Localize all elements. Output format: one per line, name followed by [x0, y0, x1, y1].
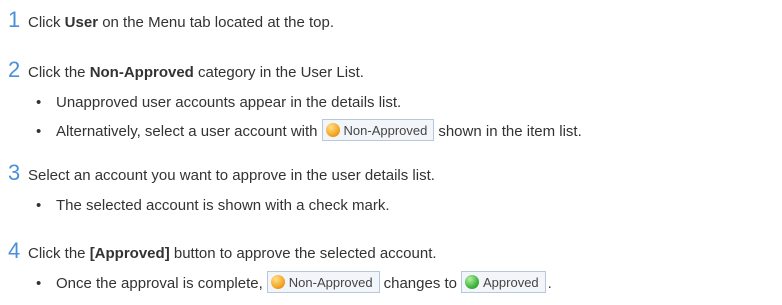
step-text-post: category in the User List.	[193, 64, 364, 81]
step-1: 1 Click User on the Menu tab located at …	[8, 7, 334, 33]
badge-label: Non-Approved	[288, 274, 373, 290]
bullet-dot: •	[36, 197, 42, 214]
orange-status-icon	[270, 275, 285, 289]
step-text: Click the [Approved] button to approve t…	[28, 245, 437, 262]
non-approved-badge: Non-Approved	[266, 271, 380, 293]
step-text: Click User on the Menu tab located at th…	[28, 14, 334, 31]
step-text-pre: Click the	[28, 64, 90, 81]
bullet-text: Once the approval is complete,	[56, 274, 263, 292]
badge-label: Approved	[483, 274, 539, 290]
step-text-pre: Click	[28, 14, 65, 31]
bullet-item: • Alternatively, select a user account w…	[36, 119, 582, 142]
bullet-dot: •	[36, 94, 42, 111]
step-number: 3	[8, 160, 21, 185]
step-number: 4	[8, 238, 21, 263]
non-approved-badge: Non-Approved	[321, 119, 435, 141]
badge-label: Non-Approved	[343, 122, 428, 138]
bullet-text: shown in the item list.	[438, 122, 582, 140]
approved-badge: Approved	[461, 271, 546, 293]
bullet-text: changes to	[383, 274, 457, 292]
bullet-dot: •	[36, 274, 42, 292]
step-number: 1	[8, 7, 21, 32]
bullet-dot: •	[36, 122, 42, 140]
step-2: 2 Click the Non-Approved category in the…	[8, 57, 364, 83]
bullet-text: The selected account is shown with a che…	[56, 197, 390, 214]
step-text: Select an account you want to approve in…	[28, 167, 435, 184]
orange-status-icon	[325, 123, 340, 137]
bullet-item: • Unapproved user accounts appear in the…	[36, 94, 401, 111]
step-text: Click the Non-Approved category in the U…	[28, 64, 364, 81]
step-3: 3 Select an account you want to approve …	[8, 160, 435, 186]
step-number: 2	[8, 57, 21, 82]
bullet-item: • Once the approval is complete, Non-App…	[36, 271, 552, 294]
step-4: 4 Click the [Approved] button to approve…	[8, 238, 437, 264]
step-text-post: on the Menu tab located at the top.	[98, 14, 335, 31]
non-approved-category-label: Non-Approved	[89, 64, 194, 81]
bullet-text: .	[547, 274, 552, 292]
bullet-text: Alternatively, select a user account wit…	[56, 122, 318, 140]
menu-user-label: User	[64, 14, 99, 31]
step-text-post: button to approve the selected account.	[169, 245, 437, 262]
green-status-icon	[465, 275, 479, 289]
step-text-pre: Click the	[28, 245, 90, 262]
bullet-item: • The selected account is shown with a c…	[36, 197, 390, 214]
bullet-text: Unapproved user accounts appear in the d…	[56, 94, 402, 111]
approved-button-label: [Approved]	[89, 245, 170, 262]
